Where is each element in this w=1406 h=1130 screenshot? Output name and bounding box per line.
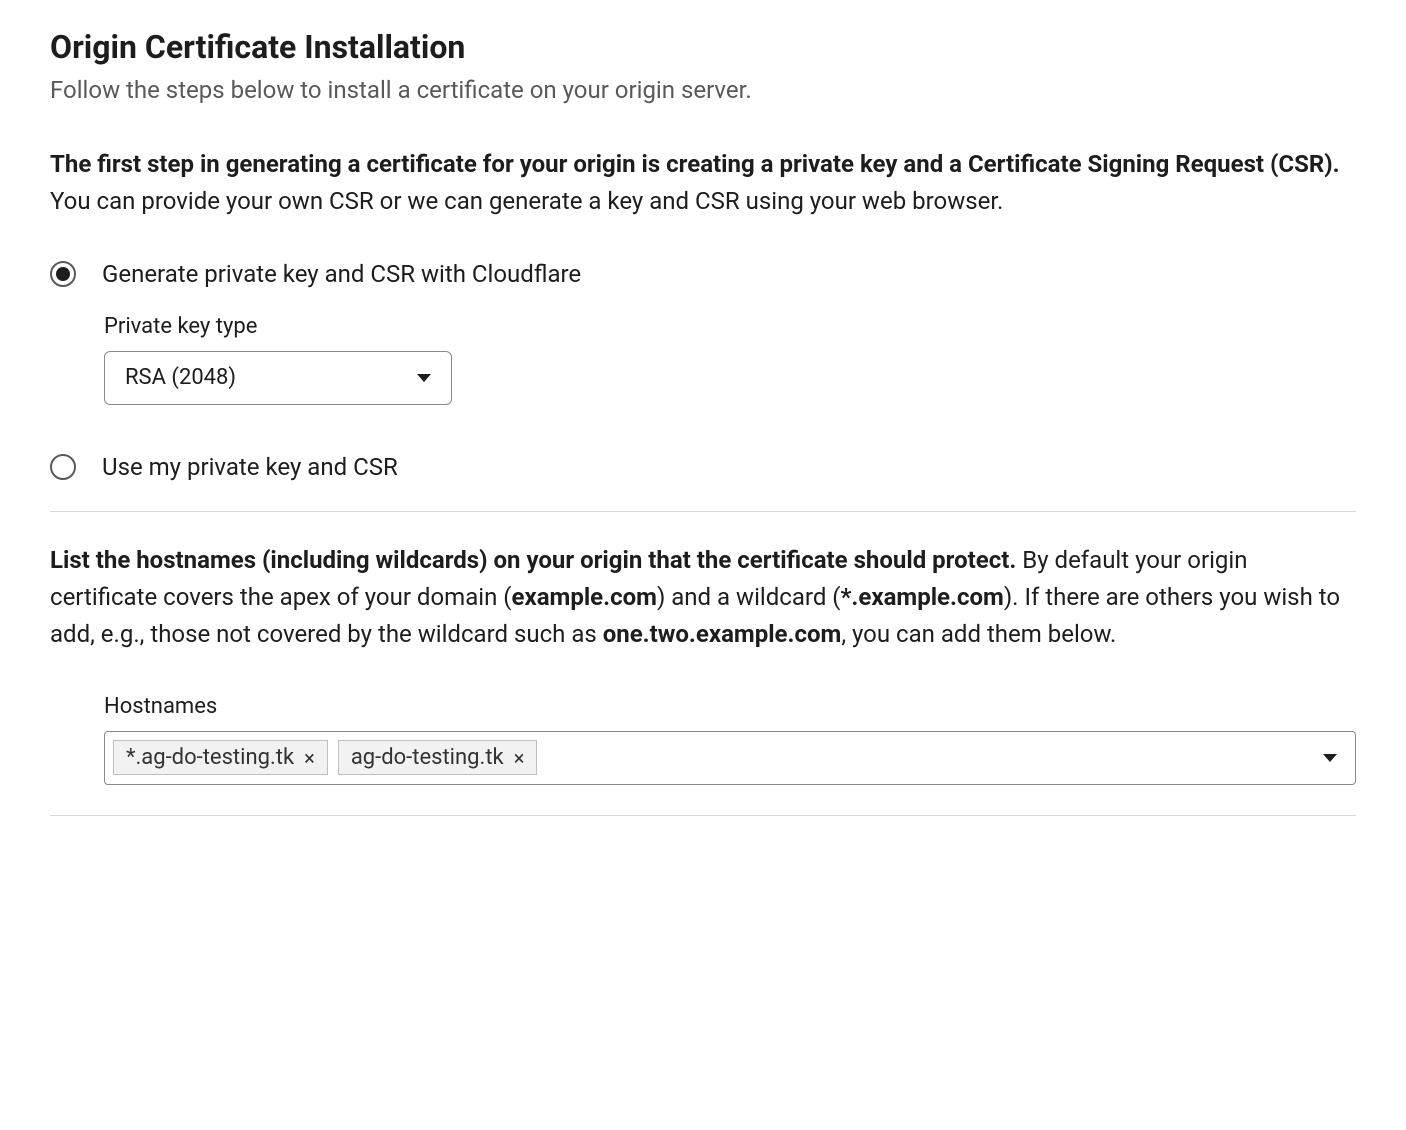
step2-description: List the hostnames (including wildcards)…: [50, 542, 1356, 654]
remove-tag-icon[interactable]: ×: [514, 746, 525, 770]
chevron-down-icon: [417, 374, 431, 382]
radio-generate[interactable]: [50, 261, 76, 287]
page-title: Origin Certificate Installation: [50, 28, 1356, 66]
step2-bold4: one.two.example.com: [603, 620, 842, 648]
step2-text2: ) and a wildcard (: [657, 583, 841, 611]
radio-generate-row[interactable]: Generate private key and CSR with Cloudf…: [50, 260, 1356, 288]
private-key-type-select[interactable]: RSA (2048): [104, 351, 452, 405]
private-key-type-label: Private key type: [104, 314, 1356, 339]
page-subtitle: Follow the steps below to install a cert…: [50, 74, 1356, 108]
radio-own-label: Use my private key and CSR: [102, 453, 398, 481]
radio-generate-label: Generate private key and CSR with Cloudf…: [102, 260, 581, 288]
radio-own-row[interactable]: Use my private key and CSR: [50, 453, 1356, 481]
step2-text4: , you can add them below.: [841, 620, 1116, 648]
step1-bold: The first step in generating a certifica…: [50, 150, 1340, 178]
step2-bold2: example.com: [512, 583, 657, 611]
section-divider: [50, 815, 1356, 816]
hostname-tag-text: *.ag-do-testing.tk: [126, 745, 294, 770]
remove-tag-icon[interactable]: ×: [304, 746, 315, 770]
step2-bold3: *.example.com: [841, 583, 1004, 611]
hostname-tag[interactable]: ag-do-testing.tk ×: [338, 740, 538, 775]
step1-rest: You can provide your own CSR or we can g…: [50, 187, 1003, 215]
hostname-tag[interactable]: *.ag-do-testing.tk ×: [113, 740, 328, 775]
chevron-down-icon[interactable]: [1323, 754, 1337, 762]
hostnames-label: Hostnames: [104, 694, 1356, 719]
step2-bold1: List the hostnames (including wildcards)…: [50, 546, 1016, 574]
section-divider: [50, 511, 1356, 512]
hostnames-input[interactable]: *.ag-do-testing.tk × ag-do-testing.tk ×: [104, 731, 1356, 785]
hostname-tag-text: ag-do-testing.tk: [351, 745, 504, 770]
radio-own[interactable]: [50, 454, 76, 480]
step1-description: The first step in generating a certifica…: [50, 146, 1356, 220]
private-key-type-block: Private key type RSA (2048): [104, 314, 1356, 405]
private-key-type-value: RSA (2048): [125, 365, 236, 390]
hostnames-block: Hostnames *.ag-do-testing.tk × ag-do-tes…: [104, 694, 1356, 785]
